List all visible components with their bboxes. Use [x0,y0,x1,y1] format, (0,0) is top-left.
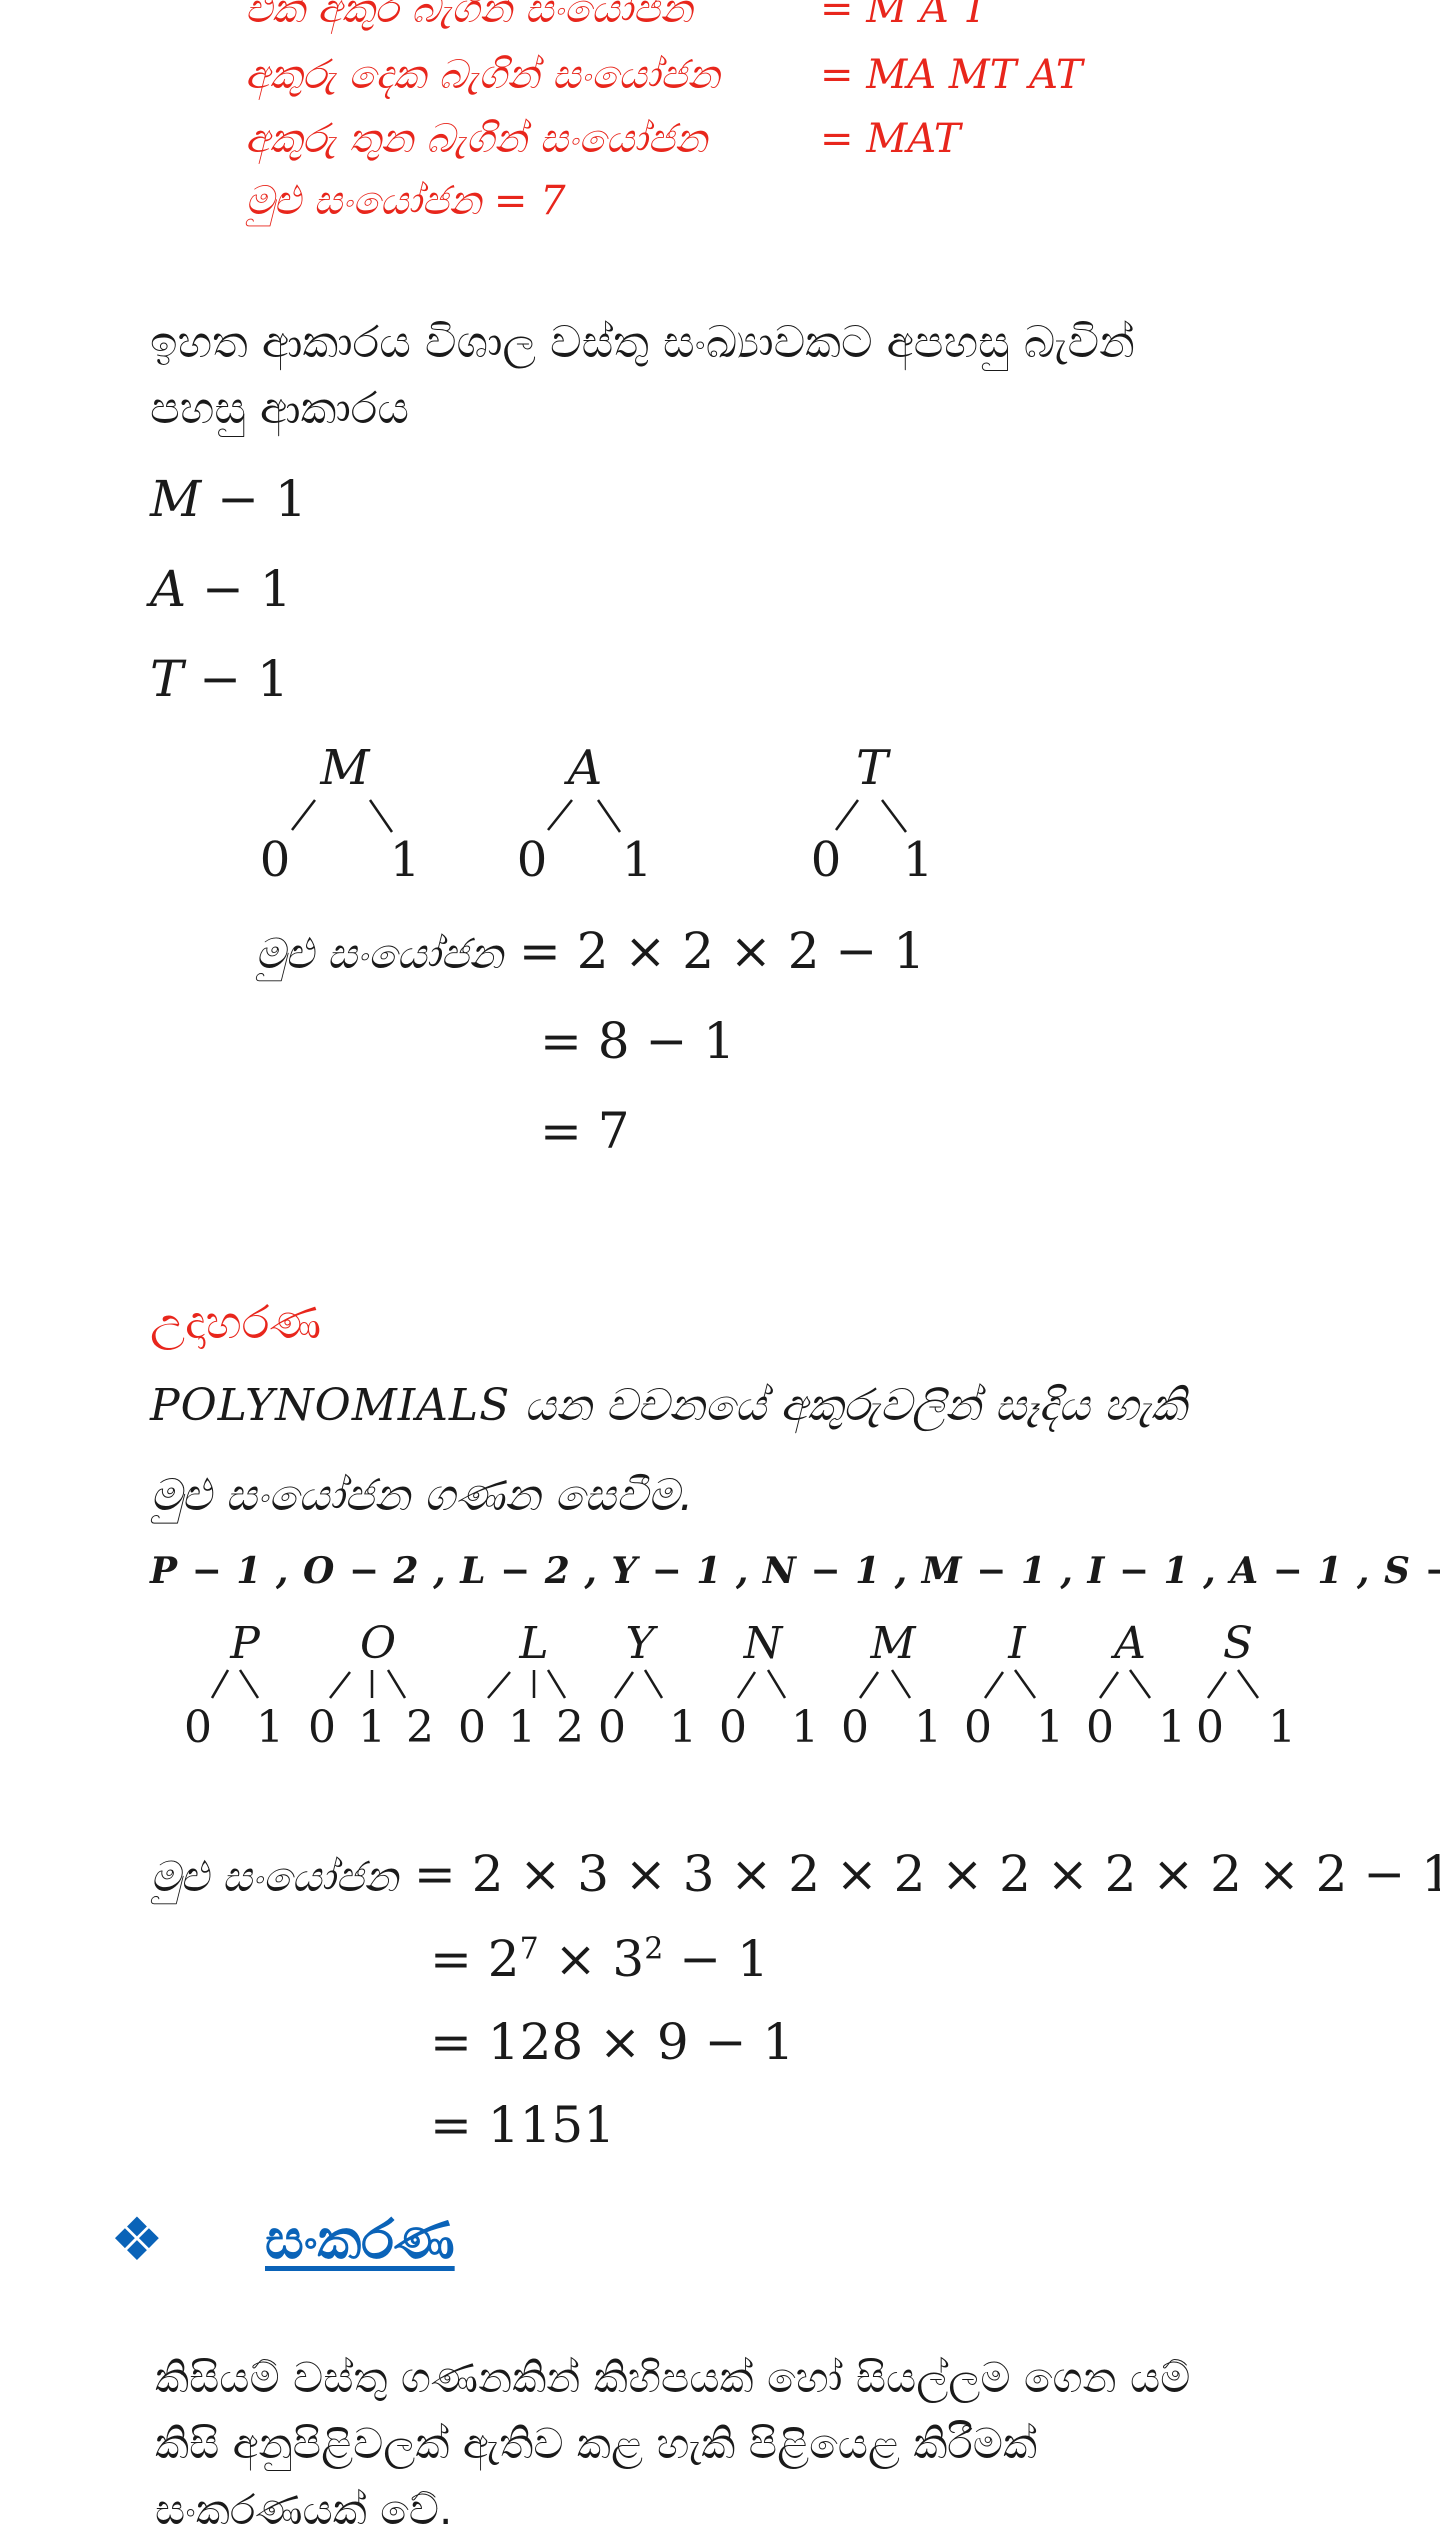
branch [736,1671,757,1699]
tree-letter-n: N [743,1618,783,1669]
definition-line-1: කිසියම් වස්තු ගණනකින් කිහිපයක් හෝ සියල්ල… [155,2353,1191,2402]
branch [983,1671,1005,1699]
tree-digit: 0 [1196,1702,1224,1753]
tree-digit: 2 [406,1702,434,1753]
calc-2-part: × 3 [538,1930,645,1988]
tree-digit: 2 [556,1702,584,1753]
tree-digit: 1 [1036,1702,1064,1753]
definition-line-2: කිසි අනුපිළිවලක් ඇතිව කළ හැකි පිළියෙළ කි… [155,2419,1038,2468]
branch [210,1669,230,1699]
tree-letter-s: S [1222,1618,1254,1669]
tree-letter-l: L [519,1618,549,1669]
tree-digit: 1 [914,1702,942,1753]
branch [643,1669,664,1699]
tree-digit: 0 [308,1702,336,1753]
branch [1013,1669,1037,1699]
tree-digit: 1 [669,1702,697,1753]
exponent: 2 [644,1931,664,1967]
branch [766,1669,787,1699]
branch [238,1669,260,1699]
calc-2-line-3: = 128 × 9 − 1 [430,2013,795,2071]
tree-digit: 1 [791,1702,819,1753]
branch [890,1669,912,1699]
branch [1206,1671,1228,1699]
calc-2-line-4: = 1151 [430,2096,616,2154]
calc-2-line-1: මුළු සංයෝජන = 2 × 3 × 3 × 2 × 2 × 2 × 2 … [150,1845,1440,1903]
tree-digit: 0 [598,1702,626,1753]
branch [546,1669,567,1699]
calc-2-part: − 1 [663,1930,769,1988]
tree-digit: 0 [1086,1702,1114,1753]
tree-digit: 1 [256,1702,284,1753]
branch [386,1669,407,1699]
branch [1098,1671,1120,1699]
section-title: සංකරණ [265,2208,455,2271]
tree-digit: 1 [1158,1702,1186,1753]
tree-letter-i: I [1008,1618,1026,1669]
branch [858,1671,880,1699]
branch [329,1671,351,1699]
tree-branches [210,1669,1260,1699]
permutation-definition: කිසියම් වස්තු ගණනකින් කිහිපයක් හෝ සියල්ල… [155,2345,1190,2543]
calc-2-part: = 2 [430,1930,520,1988]
calc-2-expression: = 2 × 3 × 3 × 2 × 2 × 2 × 2 × 2 × 2 − 1 [413,1845,1440,1903]
tree-letter-y: Y [625,1618,655,1669]
calc-2-label: මුළු සංයෝජන [150,1852,399,1901]
tree-digit: 1 [358,1702,386,1753]
definition-line-3: සංකරණයක් වේ. [155,2485,453,2534]
branch [613,1671,635,1699]
tree-digit: 0 [458,1702,486,1753]
tree-digit: 0 [841,1702,869,1753]
tree-digit: 0 [719,1702,747,1753]
diamond-cluster-icon: ❖ [110,2205,164,2275]
branch [487,1671,511,1699]
tree-letter-a: A [1114,1618,1146,1669]
tree-digit: 0 [964,1702,992,1753]
tree-digit: 1 [1268,1702,1296,1753]
tree-digit: 0 [184,1702,212,1753]
branch [1128,1669,1152,1699]
tree-letter-p: P [230,1618,260,1669]
tree-letter-m: M [870,1618,916,1669]
branch [1236,1669,1260,1699]
tree-digit: 1 [508,1702,536,1753]
exponent: 7 [519,1931,539,1967]
tree-letter-o: O [359,1618,397,1669]
calc-2-line-2: = 27 × 32 − 1 [430,1930,769,1988]
